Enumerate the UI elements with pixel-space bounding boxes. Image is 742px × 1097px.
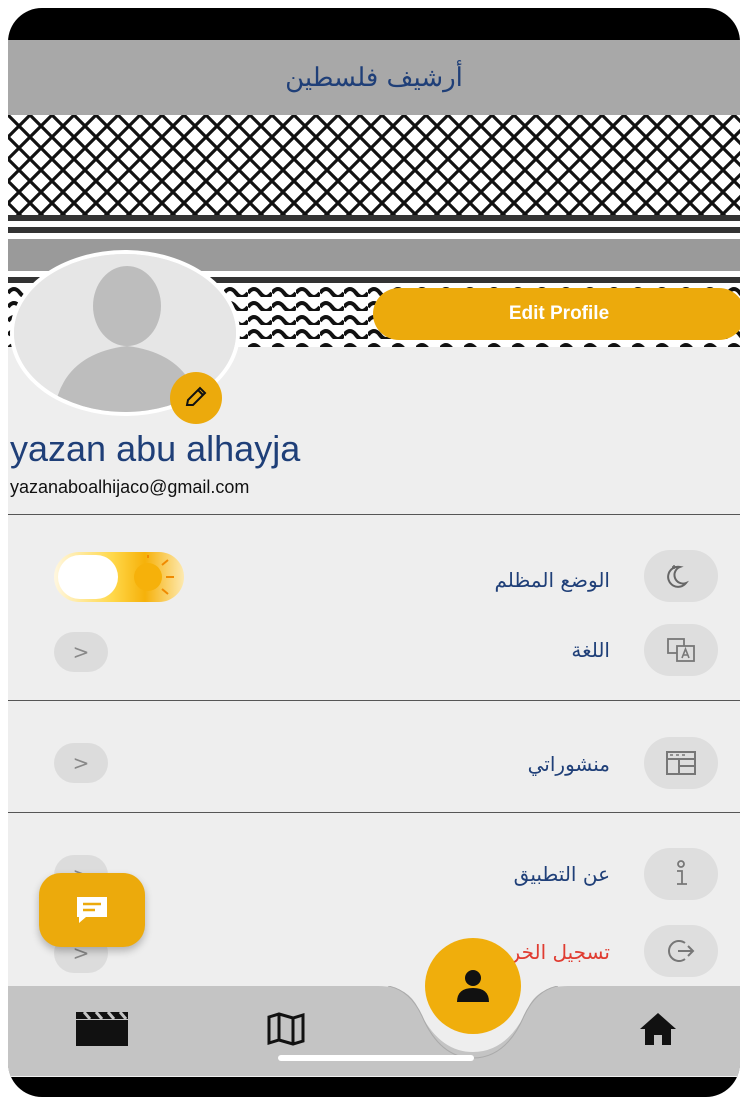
my-posts-chevron[interactable]: > bbox=[54, 743, 108, 783]
nav-videos[interactable] bbox=[72, 1004, 132, 1054]
avatar-edit-button[interactable] bbox=[170, 372, 222, 424]
avatar-container bbox=[8, 250, 240, 424]
message-icon bbox=[77, 897, 107, 923]
language-label: اللغة bbox=[571, 638, 610, 662]
bottom-navigation bbox=[8, 986, 740, 1076]
pencil-icon bbox=[185, 386, 207, 406]
my-posts-label: منشوراتي bbox=[527, 752, 610, 776]
moon-stars-icon bbox=[667, 565, 689, 588]
home-indicator[interactable] bbox=[278, 1055, 474, 1061]
toggle-knob bbox=[58, 555, 118, 599]
language-chevron[interactable]: > bbox=[54, 632, 108, 672]
profile-screen: أرشيف فلسطين Edit Profile yazan abu alha… bbox=[8, 40, 740, 1077]
divider bbox=[8, 514, 740, 515]
edit-profile-button[interactable]: Edit Profile bbox=[373, 288, 740, 340]
clapperboard-icon bbox=[76, 1011, 128, 1046]
dark-mode-icon-button[interactable] bbox=[644, 550, 718, 602]
chevron-right-icon: > bbox=[72, 640, 90, 664]
dark-mode-toggle[interactable] bbox=[54, 552, 184, 602]
dark-mode-label: الوضع المظلم bbox=[494, 568, 610, 592]
home-icon bbox=[640, 1013, 676, 1045]
chat-fab[interactable] bbox=[39, 873, 145, 947]
posts-icon bbox=[666, 751, 696, 775]
nav-home[interactable] bbox=[628, 1004, 688, 1054]
app-bar: أرشيف فلسطين bbox=[8, 40, 740, 115]
divider bbox=[8, 812, 740, 813]
translate-icon bbox=[667, 638, 695, 662]
about-label: عن التطبيق bbox=[513, 862, 610, 886]
nav-map[interactable] bbox=[256, 1004, 316, 1054]
divider bbox=[8, 700, 740, 701]
phone-frame: أرشيف فلسطين Edit Profile yazan abu alha… bbox=[8, 8, 740, 1097]
logout-icon bbox=[668, 940, 695, 962]
map-icon bbox=[267, 1012, 305, 1046]
nav-profile[interactable] bbox=[425, 938, 521, 1034]
language-icon-button[interactable] bbox=[644, 624, 718, 676]
info-icon bbox=[677, 860, 687, 885]
logout-icon-button[interactable] bbox=[644, 925, 718, 977]
about-icon-button[interactable] bbox=[644, 848, 718, 900]
chevron-right-icon: > bbox=[72, 751, 90, 775]
my-posts-icon-button[interactable] bbox=[644, 737, 718, 789]
sun-icon bbox=[134, 555, 174, 595]
app-title: أرشيف فلسطين bbox=[285, 62, 463, 93]
profile-name: yazan abu alhayja bbox=[10, 428, 301, 469]
person-icon bbox=[457, 970, 489, 1002]
profile-email: yazanaboalhijaco@gmail.com bbox=[10, 477, 250, 497]
